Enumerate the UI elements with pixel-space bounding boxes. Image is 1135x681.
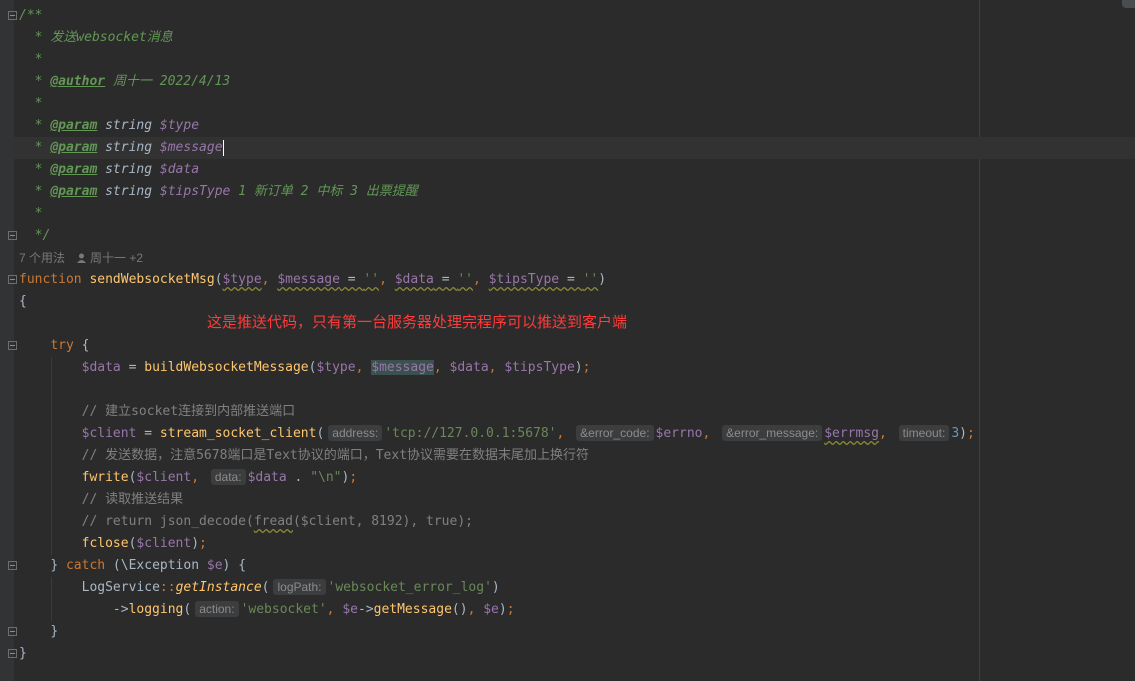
fold-toggle-icon[interactable] <box>8 627 17 636</box>
code-line-comment[interactable]: // 发送数据，注意5678端口是Text协议的端口，Text协议需要在数据末尾… <box>19 445 589 467</box>
code-line-brace[interactable]: { <box>19 291 27 313</box>
param-hint: logPath: <box>273 579 326 595</box>
fold-toggle-icon[interactable] <box>8 561 17 570</box>
fold-toggle-icon[interactable] <box>8 231 17 240</box>
doc-desc-line: * 发送websocket消息 <box>34 30 173 45</box>
doc-author-line: * @author 周十一 2022/4/13 <box>34 74 231 89</box>
fold-toggle-icon[interactable] <box>8 11 17 20</box>
doc-close-line: */ <box>34 228 51 243</box>
code-line-brace[interactable]: } <box>19 643 27 665</box>
code-line-fwrite[interactable]: fwrite($client, data: $data . "\n"); <box>19 467 357 489</box>
code-line-fclose[interactable]: fclose($client); <box>19 533 207 555</box>
doc-param-line-current[interactable]: * @param string $message <box>14 137 1135 159</box>
corner-scroll-button[interactable] <box>1122 0 1135 8</box>
annotation-note: 这是推送代码，只有第一台服务器处理完程序可以推送到客户端 <box>207 314 628 331</box>
param-hint: &error_message: <box>722 425 823 441</box>
fold-toggle-icon[interactable] <box>8 275 17 284</box>
param-hint: address: <box>328 425 383 441</box>
code-line-logging[interactable]: ->logging(action:'websocket', $e->getMes… <box>19 599 515 621</box>
param-hint: data: <box>210 469 246 485</box>
usage-author[interactable]: 周十一 +2 <box>90 251 143 265</box>
fold-toggle-icon[interactable] <box>8 341 17 350</box>
param-hint: timeout: <box>898 425 950 441</box>
usage-inlay[interactable]: 7 个用法 周十一 +2 <box>19 249 143 267</box>
doc-open-line: /** <box>19 8 43 23</box>
param-hint: &error_code: <box>576 425 654 441</box>
code-line-comment[interactable]: // 读取推送结果 <box>19 489 183 511</box>
code-line-function[interactable]: function sendWebsocketMsg($type, $messag… <box>19 269 606 291</box>
doc-blank-line: * <box>34 52 43 67</box>
doc-param-line: * @param string $type <box>34 118 200 133</box>
doc-blank-line: * <box>34 206 43 221</box>
fold-toggle-icon[interactable] <box>8 649 17 658</box>
code-line-comment[interactable]: // 建立socket连接到内部推送端口 <box>19 401 295 423</box>
right-margin-guide <box>979 0 980 681</box>
code-line-try[interactable]: try { <box>19 335 89 357</box>
code-line-catch[interactable]: } catch (\Exception $e) { <box>19 555 246 577</box>
code-line-brace[interactable]: } <box>19 621 58 643</box>
person-icon <box>77 250 87 268</box>
code-line-build[interactable]: $data = buildWebsocketMessage($type, $me… <box>19 357 590 379</box>
doc-param-line: * @param string $tipsType 1 新订单 2 中标 3 出… <box>34 184 418 199</box>
param-hint: action: <box>195 601 239 617</box>
doc-blank-line: * <box>34 96 43 111</box>
doc-tag: @author <box>50 74 106 89</box>
text-caret <box>222 139 224 156</box>
code-line-log[interactable]: LogService::getInstance(logPath:'websock… <box>19 577 500 599</box>
code-line-client[interactable]: $client = stream_socket_client(address: '… <box>19 423 975 445</box>
code-line-comment[interactable]: // return json_decode(fread($client, 819… <box>19 511 473 533</box>
doc-param-line: * @param string $data <box>34 162 200 177</box>
usage-count[interactable]: 7 个用法 <box>19 251 65 265</box>
